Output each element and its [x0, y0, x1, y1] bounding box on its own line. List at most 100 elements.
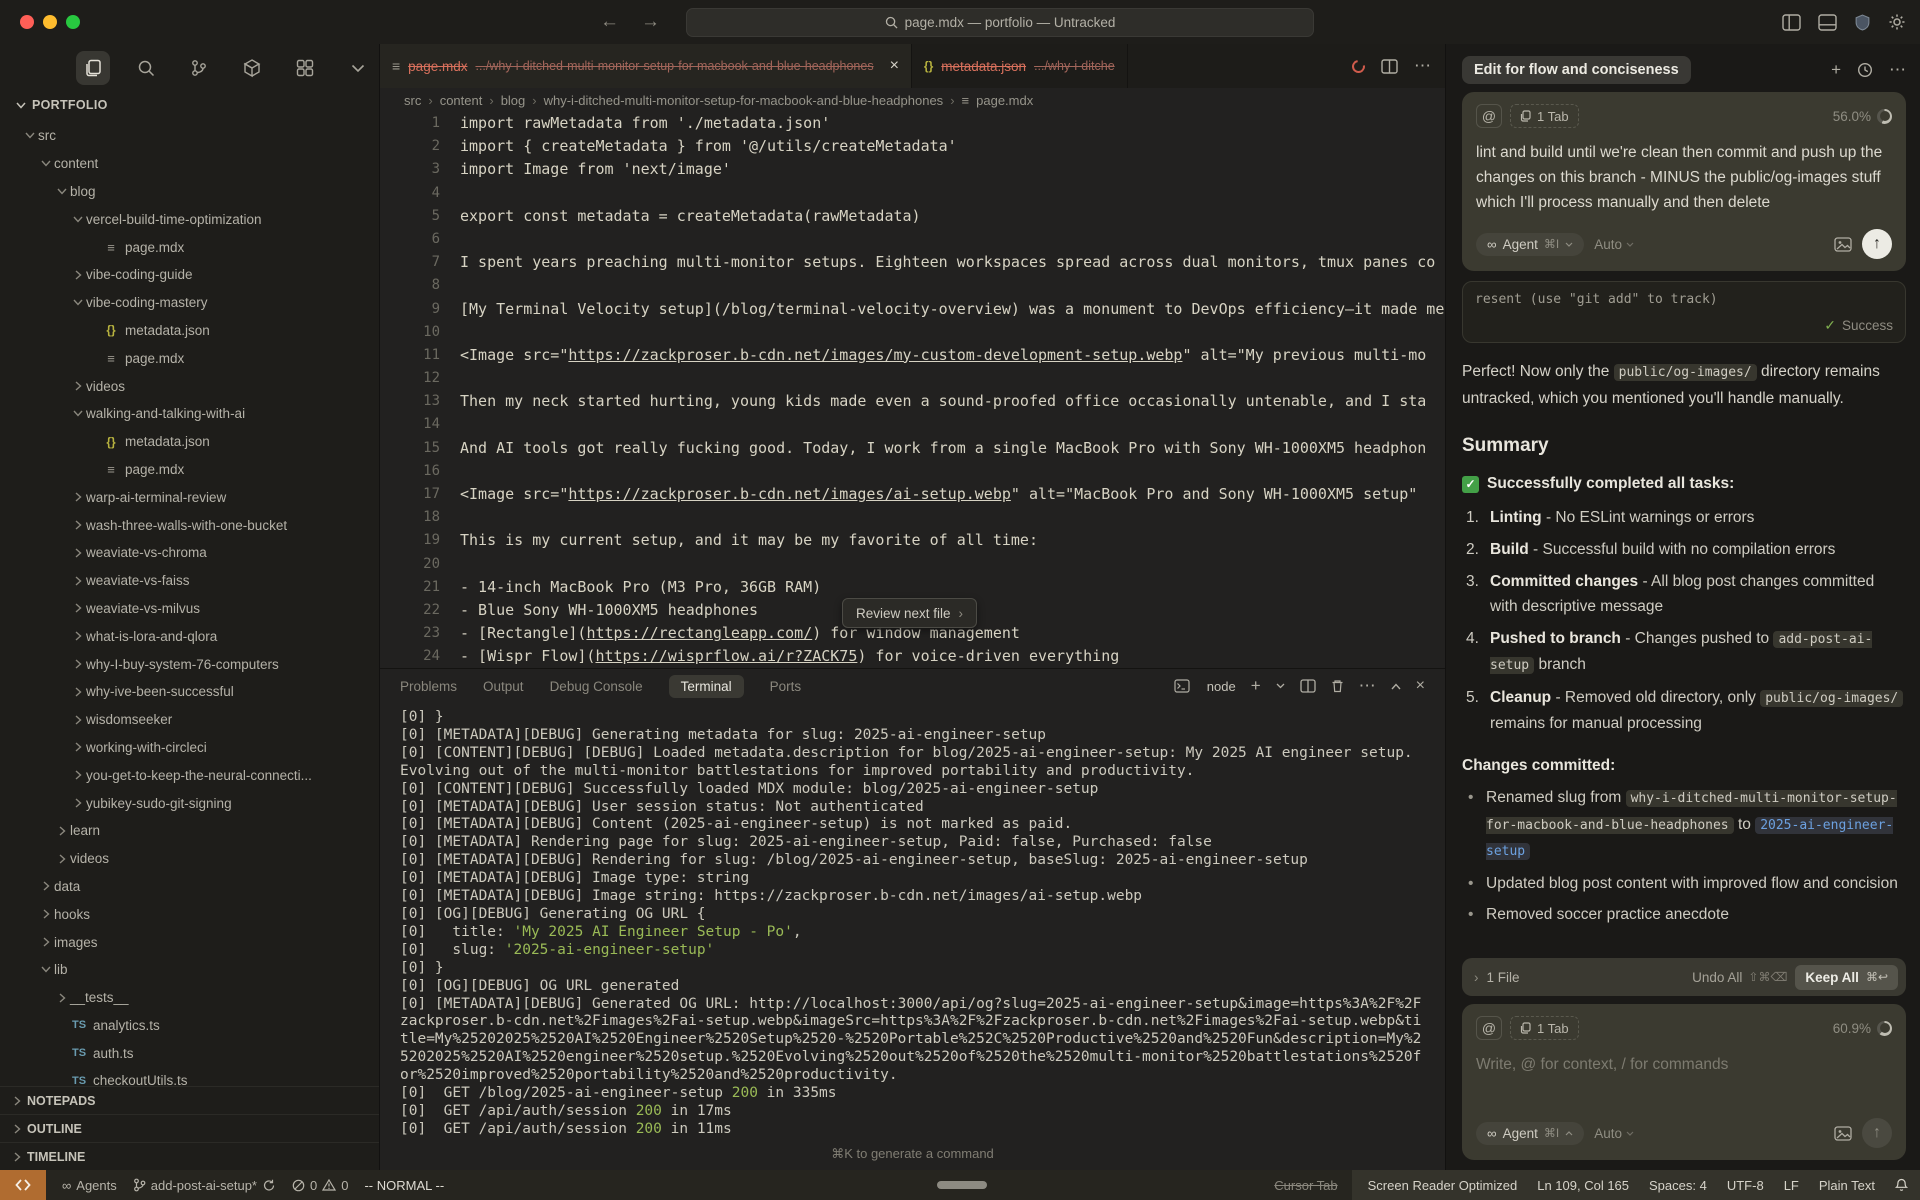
tab-metadata-json[interactable]: {} metadata.json .../why-i-ditche: [912, 44, 1128, 88]
tree-item[interactable]: what-is-lora-and-qlora: [0, 622, 379, 650]
tree-item[interactable]: data: [0, 873, 379, 901]
forward-arrow-icon[interactable]: →: [641, 11, 660, 33]
tree-item[interactable]: TSauth.ts: [0, 1039, 379, 1067]
model-selector[interactable]: Auto: [1594, 237, 1634, 252]
cursor-position-status[interactable]: Ln 109, Col 165: [1537, 1178, 1629, 1193]
code-line[interactable]: 2import { createMetadata } from '@/utils…: [380, 135, 1445, 158]
git-branch-item[interactable]: add-post-ai-setup*: [133, 1178, 276, 1193]
sidebar-section-outline[interactable]: OUTLINE: [0, 1114, 379, 1142]
tree-item[interactable]: walking-and-talking-with-ai: [0, 400, 379, 428]
add-context-button[interactable]: @: [1476, 1016, 1502, 1040]
tree-item[interactable]: images: [0, 928, 379, 956]
tree-item[interactable]: learn: [0, 817, 379, 845]
code-line[interactable]: 20: [380, 553, 1445, 576]
tree-item[interactable]: working-with-circleci: [0, 734, 379, 762]
code-line[interactable]: 24- [Wispr Flow](https://wisprflow.ai/r?…: [380, 645, 1445, 668]
expand-files-chevron-icon[interactable]: ›: [1474, 970, 1479, 985]
split-terminal-icon[interactable]: [1300, 679, 1316, 693]
tree-item[interactable]: wisdomseeker: [0, 706, 379, 734]
code-line[interactable]: 9[My Terminal Velocity setup](/blog/term…: [380, 298, 1445, 321]
breadcrumb-item[interactable]: why-i-ditched-multi-monitor-setup-for-ma…: [544, 93, 944, 108]
tree-item[interactable]: ≡page.mdx: [0, 233, 379, 261]
tree-item[interactable]: videos: [0, 845, 379, 873]
indentation-status[interactable]: Spaces: 4: [1649, 1178, 1707, 1193]
breadcrumb-item[interactable]: content: [440, 93, 483, 108]
code-line[interactable]: 12: [380, 367, 1445, 390]
search-view-icon[interactable]: [129, 51, 163, 85]
send-button[interactable]: ↑: [1862, 229, 1892, 259]
breadcrumb-item[interactable]: src: [404, 93, 421, 108]
explorer-icon[interactable]: [76, 51, 110, 85]
code-editor[interactable]: 1import rawMetadata from './metadata.jso…: [380, 112, 1445, 668]
tree-item[interactable]: lib: [0, 956, 379, 984]
encoding-status[interactable]: UTF-8: [1727, 1178, 1764, 1193]
breadcrumb-item[interactable]: page.mdx: [976, 93, 1033, 108]
tree-item[interactable]: wash-three-walls-with-one-bucket: [0, 511, 379, 539]
eol-status[interactable]: LF: [1784, 1178, 1799, 1193]
command-center[interactable]: page.mdx — portfolio — Untracked: [686, 8, 1314, 37]
add-context-button[interactable]: @: [1476, 104, 1502, 128]
source-control-icon[interactable]: [182, 51, 216, 85]
close-tab-icon[interactable]: ×: [890, 57, 899, 75]
tree-item[interactable]: hooks: [0, 900, 379, 928]
tree-item[interactable]: TSanalytics.ts: [0, 1012, 379, 1040]
tree-item[interactable]: weaviate-vs-faiss: [0, 567, 379, 595]
tree-item[interactable]: TScheckoutUtils.ts: [0, 1067, 379, 1086]
code-line[interactable]: 13Then my neck started hurting, young ki…: [380, 390, 1445, 413]
new-terminal-icon[interactable]: +: [1251, 676, 1261, 696]
tree-item[interactable]: yubikey-sudo-git-signing: [0, 789, 379, 817]
code-line[interactable]: 18: [380, 506, 1445, 529]
screen-reader-status[interactable]: Screen Reader Optimized: [1368, 1178, 1518, 1193]
tree-item[interactable]: {}metadata.json: [0, 317, 379, 345]
code-line[interactable]: 15And AI tools got really fucking good. …: [380, 437, 1445, 460]
tree-item[interactable]: warp-ai-terminal-review: [0, 483, 379, 511]
maximize-panel-icon[interactable]: [1391, 683, 1401, 690]
tree-item[interactable]: blog: [0, 178, 379, 206]
code-line[interactable]: 11<Image src="https://zackproser.b-cdn.n…: [380, 344, 1445, 367]
code-line[interactable]: 3import Image from 'next/image': [380, 158, 1445, 181]
tree-item[interactable]: videos: [0, 372, 379, 400]
code-line[interactable]: 7I spent years preaching multi-monitor s…: [380, 251, 1445, 274]
chat-messages[interactable]: Perfect! Now only the public/og-images/ …: [1462, 343, 1906, 1160]
tree-item[interactable]: you-get-to-keep-the-neural-connecti...: [0, 761, 379, 789]
panel-tab-debug-console[interactable]: Debug Console: [550, 679, 643, 694]
split-editor-icon[interactable]: [1381, 59, 1398, 74]
terminal-output[interactable]: [0] }[0] [METADATA][DEBUG] Generating me…: [380, 705, 1445, 1136]
attach-image-icon[interactable]: [1834, 237, 1852, 252]
panel-tab-problems[interactable]: Problems: [400, 679, 457, 694]
explorer-section-header[interactable]: PORTFOLIO: [0, 92, 379, 118]
chat-input-card-top[interactable]: @ 1 Tab 56.0% lint and build until we're…: [1462, 92, 1906, 271]
back-arrow-icon[interactable]: ←: [600, 11, 619, 33]
panel-tab-terminal[interactable]: Terminal: [669, 675, 744, 698]
attach-image-icon[interactable]: [1834, 1126, 1852, 1141]
agents-status-item[interactable]: ∞Agents: [62, 1178, 117, 1193]
layout-grid-icon[interactable]: [288, 51, 322, 85]
tree-item[interactable]: vibe-coding-mastery: [0, 289, 379, 317]
tab-context-chip[interactable]: 1 Tab: [1510, 104, 1579, 128]
breadcrumb-item[interactable]: blog: [501, 93, 526, 108]
tab-page-mdx[interactable]: ≡ page.mdx .../why-i-ditched-multi-monit…: [380, 44, 912, 88]
code-line[interactable]: 19This is my current setup, and it may b…: [380, 529, 1445, 552]
tree-item[interactable]: why-ive-been-successful: [0, 678, 379, 706]
code-line[interactable]: 14: [380, 413, 1445, 436]
sidebar-section-notepads[interactable]: NOTEPADS: [0, 1086, 379, 1114]
recording-indicator-icon[interactable]: [1349, 57, 1367, 75]
tree-item[interactable]: {}metadata.json: [0, 428, 379, 456]
agent-mode-selector[interactable]: ∞ Agent ⌘I: [1476, 1122, 1584, 1145]
problems-status-item[interactable]: 0 0: [292, 1178, 348, 1193]
chat-input-placeholder[interactable]: Write, @ for context, / for commands: [1476, 1052, 1892, 1104]
toggle-panel-icon[interactable]: [1818, 14, 1837, 31]
code-line[interactable]: 4: [380, 182, 1445, 205]
notifications-bell-icon[interactable]: [1895, 1178, 1908, 1192]
send-button[interactable]: ↑: [1862, 1118, 1892, 1148]
tree-item[interactable]: weaviate-vs-chroma: [0, 539, 379, 567]
terminal-dropdown-chevron-icon[interactable]: [1276, 683, 1285, 689]
code-line[interactable]: 8: [380, 274, 1445, 297]
chat-more-icon[interactable]: ⋯: [1889, 60, 1906, 80]
tree-item[interactable]: why-I-buy-system-76-computers: [0, 650, 379, 678]
tree-item[interactable]: content: [0, 150, 379, 178]
file-review-bar[interactable]: › 1 File Undo All ⇧⌘⌫ Keep All ⌘↩: [1462, 958, 1906, 996]
tree-item[interactable]: ≡page.mdx: [0, 344, 379, 372]
code-line[interactable]: 16: [380, 460, 1445, 483]
panel-tab-ports[interactable]: Ports: [770, 679, 802, 694]
